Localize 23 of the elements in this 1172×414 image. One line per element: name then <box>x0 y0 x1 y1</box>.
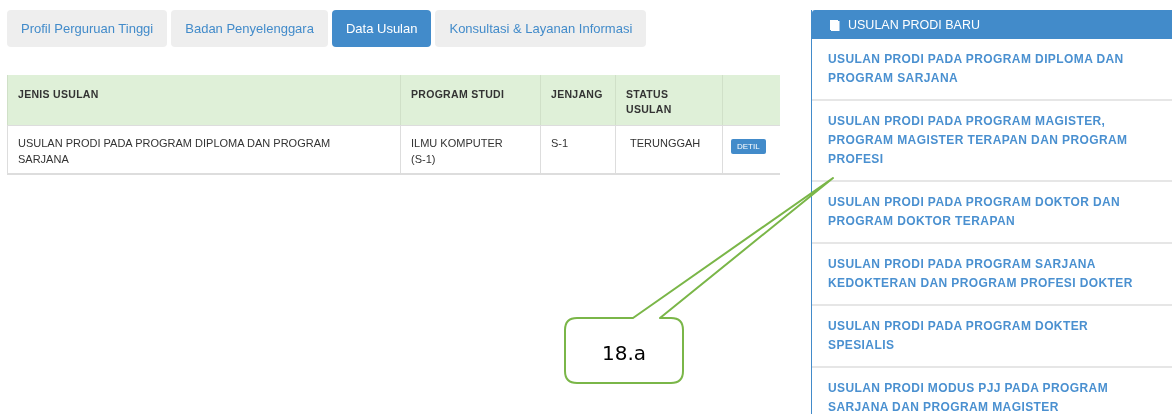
column-header <box>722 75 780 125</box>
tab[interactable]: Profil Perguruan Tinggi <box>7 10 168 47</box>
column-header: JENJANG <box>540 75 615 125</box>
proposal-link[interactable]: USULAN PRODI PADA PROGRAM SARJANA KEDOKTERAN DAN PROGRAM PROFESI DOKTER <box>812 244 1172 306</box>
proposal-link[interactable]: USULAN PRODI MODUS PJJ PADA PROGRAM SARJANA DAN PROGRAM MAGISTER <box>812 368 1172 414</box>
tab[interactable]: Badan Penyelenggara <box>171 10 328 47</box>
column-header: PROGRAM STUDI <box>400 75 540 125</box>
proposal-link[interactable]: USULAN PRODI PADA PROGRAM DOKTER SPESIALIS <box>812 306 1172 368</box>
table-cell: USULAN PRODI PADA PROGRAM DIPLOMA DAN PROGRAM SARJANA <box>7 125 400 173</box>
panel-title: USULAN PRODI BARU <box>848 17 980 32</box>
table-cell: TERUNGGAH <box>615 125 722 173</box>
table-cell: ILMU KOMPUTER (S-1) <box>400 125 540 173</box>
tab[interactable]: Data Usulan <box>331 10 432 47</box>
column-header: STATUS USULAN <box>615 75 722 125</box>
proposal-link[interactable]: USULAN PRODI PADA PROGRAM DIPLOMA DAN PROGRAM SARJANA <box>812 39 1172 101</box>
detail-button[interactable]: DETIL <box>731 139 766 154</box>
callout-label: 18.a <box>601 341 647 365</box>
proposal-link[interactable]: USULAN PRODI PADA PROGRAM MAGISTER, PROGRAM MAGISTER TERAPAN DAN PROGRAM PROFESI <box>812 101 1172 182</box>
column-header: JENIS USULAN <box>7 75 400 125</box>
table-cell: S-1 <box>540 125 615 173</box>
tab[interactable]: Konsultasi & Layanan Informasi <box>435 10 647 47</box>
book-icon <box>829 18 840 31</box>
proposal-link[interactable]: USULAN PRODI PADA PROGRAM DOKTOR DAN PROGRAM DOKTOR TERAPAN <box>812 182 1172 244</box>
